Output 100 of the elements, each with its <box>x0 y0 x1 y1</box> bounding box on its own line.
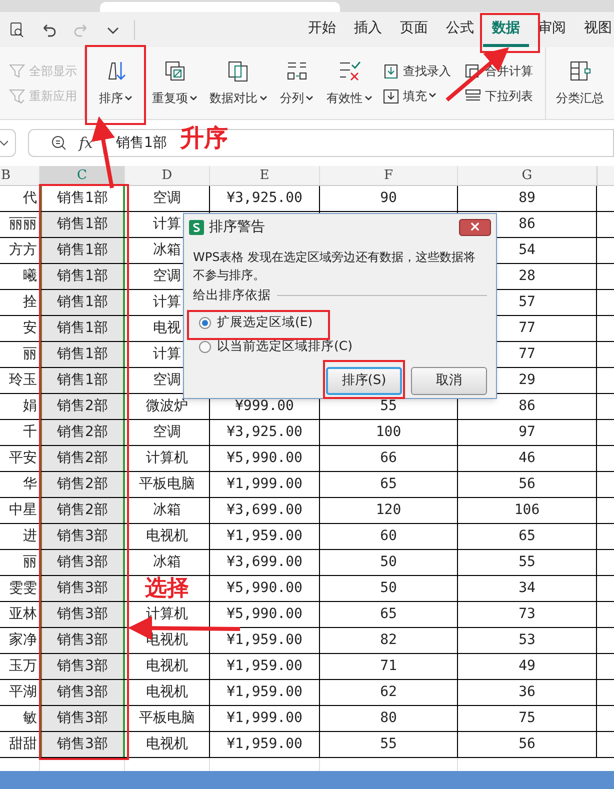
table-cell: 50 <box>320 550 458 575</box>
toolbar-button[interactable]: 填充 <box>382 86 460 104</box>
toolbar-button[interactable]: 数据对比 <box>210 59 266 107</box>
validation-icon <box>337 59 361 83</box>
table-cell: 平板电脑 <box>125 706 210 731</box>
column-header[interactable]: F <box>320 166 458 185</box>
dialog-button[interactable]: 取消 <box>411 366 487 395</box>
table-cell: 50 <box>320 576 458 601</box>
table-cell: 亚林 <box>0 602 40 627</box>
table-cell: 49 <box>458 654 597 679</box>
table-cell: ¥1,999.00 <box>210 472 320 497</box>
table-cell: 36 <box>458 680 597 705</box>
toolbar-button[interactable]: 有效性 <box>326 59 372 107</box>
find-entry-icon <box>382 62 400 80</box>
table-cell: 97 <box>458 420 597 445</box>
table-cell: 56 <box>458 732 597 757</box>
table-cell: 进 <box>0 524 40 549</box>
table-cell: ¥1,959.00 <box>210 654 320 679</box>
table-cell: 平板电脑 <box>125 472 210 497</box>
toolbar-button[interactable]: 重复项 <box>152 59 197 107</box>
table-cell: 家净 <box>0 628 40 653</box>
table-cell: 丽 <box>0 342 40 367</box>
print-preview-icon[interactable] <box>8 20 26 38</box>
table-cell: 销售3部 <box>40 680 125 705</box>
table-cell: 计算机 <box>125 602 210 627</box>
toolbar-button[interactable]: 查找录入 <box>382 62 460 80</box>
table-cell: 空调 <box>125 186 210 211</box>
column-header[interactable]: C <box>40 166 125 185</box>
ribbon-tab[interactable]: 页面 <box>391 12 437 47</box>
table-cell: 千 <box>0 420 40 445</box>
toolbar-button[interactable]: 分类汇总 <box>556 59 604 107</box>
table-cell: 75 <box>458 706 597 731</box>
toolbar-button[interactable]: 排序 <box>99 59 132 107</box>
ribbon-tab[interactable]: 视图 <box>575 12 614 47</box>
table-cell: 销售3部 <box>40 732 125 757</box>
table-cell: 销售1部 <box>40 368 125 393</box>
table-cell: 丽丽 <box>0 212 40 237</box>
table-cell: 电视机 <box>125 654 210 679</box>
duplicate-icon <box>162 59 186 83</box>
table-cell: 53 <box>458 628 597 653</box>
close-button[interactable]: × <box>459 218 491 236</box>
table-cell: 销售1部 <box>40 316 125 341</box>
table-cell: 销售1部 <box>40 342 125 367</box>
table-cell: 106 <box>458 498 597 523</box>
table-cell: 平湖 <box>0 680 40 705</box>
table-cell: 120 <box>320 498 458 523</box>
table-cell: 电视机 <box>125 524 210 549</box>
table-cell: 销售3部 <box>40 524 125 549</box>
table-cell: 中星 <box>0 498 40 523</box>
name-box[interactable] <box>0 129 16 157</box>
table-cell: 玲玉 <box>0 368 40 393</box>
zoom-icon[interactable] <box>51 135 67 151</box>
table-cell: 销售1部 <box>40 238 125 263</box>
compare-icon <box>226 59 250 83</box>
table-cell: 销售2部 <box>40 394 125 419</box>
table-cell: 拴 <box>0 290 40 315</box>
column-header[interactable]: E <box>210 166 320 185</box>
column-header[interactable]: G <box>458 166 597 185</box>
table-cell: ¥5,990.00 <box>210 602 320 627</box>
table-cell: 计算机 <box>125 446 210 471</box>
table-cell: 销售3部 <box>40 654 125 679</box>
table-cell: 敏 <box>0 706 40 731</box>
table-cell: 方方 <box>0 238 40 263</box>
dialog-button[interactable]: 排序(S) <box>326 366 402 395</box>
table-cell: ¥1,959.00 <box>210 524 320 549</box>
table-cell: 娟 <box>0 394 40 419</box>
table-cell: 65 <box>320 602 458 627</box>
table-cell: 安 <box>0 316 40 341</box>
formula-content[interactable]: 销售1部 <box>116 132 167 154</box>
table-cell: 80 <box>320 706 458 731</box>
table-cell: 电视机 <box>125 680 210 705</box>
spreadsheet-app-icon <box>189 220 204 234</box>
table-cell: 销售3部 <box>40 576 125 601</box>
function-label[interactable]: fx <box>79 132 104 154</box>
table-cell: 丽 <box>0 550 40 575</box>
table-cell: 曦 <box>0 264 40 289</box>
toolbar-button[interactable]: 下拉列表 <box>464 86 545 104</box>
table-cell: 71 <box>320 654 458 679</box>
table-cell: 46 <box>458 446 597 471</box>
ribbon-tab[interactable]: 公式 <box>437 12 483 47</box>
table-cell: 90 <box>320 186 458 211</box>
table-cell: 55 <box>320 732 458 757</box>
table-cell: ¥1,959.00 <box>210 628 320 653</box>
toolbar-button[interactable]: 分列 <box>280 59 313 107</box>
table-cell: ¥3,925.00 <box>210 420 320 445</box>
table-cell: 56 <box>458 472 597 497</box>
ribbon-tab[interactable]: 开始 <box>299 12 345 47</box>
ribbon-tab[interactable]: 插入 <box>345 12 391 47</box>
funnel-icon <box>8 62 26 80</box>
table-cell: 空调 <box>125 420 210 445</box>
table-cell: 73 <box>458 602 597 627</box>
table-cell: ¥5,990.00 <box>210 446 320 471</box>
annotation-label: 选择 <box>145 575 189 603</box>
table-cell: 电视机 <box>125 732 210 757</box>
table-cell: 65 <box>320 472 458 497</box>
table-cell: 62 <box>320 680 458 705</box>
table-cell: 82 <box>320 628 458 653</box>
column-header[interactable]: D <box>125 166 210 185</box>
table-cell: ¥1,999.00 <box>210 706 320 731</box>
table-cell: 华 <box>0 472 40 497</box>
